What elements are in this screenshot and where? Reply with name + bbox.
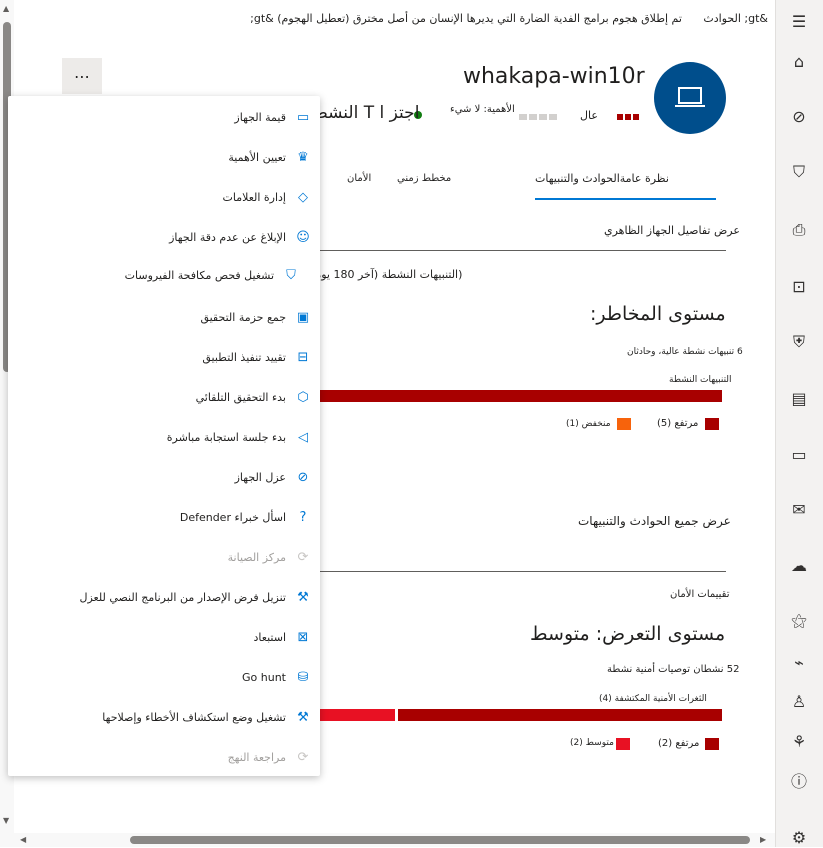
refresh-icon: ⟳ (297, 749, 309, 765)
settings-icon[interactable]: ⚙ (788, 826, 810, 848)
monitor-icon[interactable]: ▭ (788, 443, 810, 465)
legend-low: منخفض (1) (566, 419, 611, 429)
menu-item-policy-sync[interactable]: ⟳ مراجعة النهج (228, 743, 312, 771)
exclude-icon: ⊠ (297, 629, 309, 645)
menu-item-device-value[interactable]: ▭ قيمة الجهاز (234, 103, 312, 131)
menu-item-troubleshoot[interactable]: ⚒ تشغيل وضع استكشاف الأخطاء وإصلاحها (102, 703, 312, 731)
menu-item-isolate-device[interactable]: ⊘ عزل الجهاز (235, 463, 312, 491)
device-avatar (654, 62, 726, 134)
compass-icon[interactable]: ⊘ (788, 105, 810, 127)
cloud-icon[interactable]: ☁ (788, 554, 810, 576)
exposure-summary: 52 نشطان توصيات أمنية نشطة (607, 664, 740, 675)
active-tab-indicator (535, 198, 716, 200)
risk-summary: 6 تنبيهات نشطة عالية، وحادثان (627, 347, 743, 357)
tab-security[interactable]: الأمان (347, 173, 371, 184)
shield-icon: ⛉ (286, 267, 296, 283)
hunt-icon: ⛁ (297, 669, 309, 685)
actions-menu: ▭ قيمة الجهاز ♛ تعيين الأهمية ◇ إدارة ال… (8, 96, 320, 776)
horizontal-scroll-thumb[interactable] (130, 836, 750, 844)
people-icon[interactable]: ♙ (788, 690, 810, 712)
contact-card-icon[interactable]: ▤ (788, 387, 810, 409)
more-actions-button[interactable]: ⋯ (62, 58, 102, 94)
legend-exp-high-swatch (705, 738, 719, 750)
home-icon[interactable]: ⌂ (788, 50, 810, 72)
sync-icon: ⟳ (297, 549, 309, 565)
search-doc-icon[interactable]: ⎙ (788, 219, 810, 241)
menu-item-ask-experts[interactable]: ? اسأل خبراء Defender (180, 503, 312, 531)
view-all-incidents-link[interactable]: عرض جميع الحوادث والتنبيهات (578, 514, 731, 528)
breadcrumb-incident[interactable]: تم إطلاق هجوم برامج الفدية الضارة التي ي… (250, 12, 682, 25)
gift-icon[interactable]: ⚘ (788, 730, 810, 752)
hexagon-icon: ⬡ (297, 389, 309, 405)
scroll-left-arrow-icon[interactable]: ◀ (20, 835, 26, 844)
devices-icon[interactable]: ⊡ (788, 275, 810, 297)
menu-item-collect-package[interactable]: ▣ جمع حزمة التحقيق (200, 303, 312, 331)
breadcrumb-incidents[interactable]: &gt; الحوادث (703, 12, 768, 25)
device-name: whakapa-win10r (463, 64, 645, 89)
importance-indicator (519, 114, 557, 120)
active-alerts-label: التنبيهات النشطة (669, 375, 732, 385)
exposure-bar-high (398, 709, 722, 721)
question-icon: ? (299, 509, 307, 525)
tab-overview[interactable]: نظرة عامةالحوادث والتنبيهات (535, 172, 669, 185)
risk-label: عال (580, 109, 598, 122)
importance-label: الأهمية: لا شيء (450, 104, 515, 115)
scroll-down-arrow-icon[interactable]: ▼ (3, 816, 9, 825)
navigation-rail: ☰ ⌂ ⊘ ⛉ ⎙ ⊡ ⛨ ▤ ▭ ✉ ☁ ⚝ ⌁ ♙ ⚘ ⓘ ⚙ (775, 0, 823, 847)
play-icon: ◁ (298, 429, 308, 445)
scroll-up-arrow-icon[interactable]: ▲ (3, 4, 9, 13)
menu-item-auto-investigation[interactable]: ⬡ بدء التحقيق التلقائي (196, 383, 312, 411)
scroll-right-arrow-icon[interactable]: ▶ (760, 835, 766, 844)
block-icon: ⊘ (297, 469, 309, 485)
device-value-icon: ▭ (296, 109, 310, 125)
horizontal-scrollbar[interactable]: ◀ ▶ (0, 833, 775, 847)
info-icon[interactable]: ⓘ (788, 769, 810, 791)
menu-item-report-inaccuracy[interactable]: ☺ الإبلاغ عن عدم دقة الجهاز (169, 223, 312, 251)
security-icon[interactable]: ⛨ (788, 331, 810, 353)
legend-exp-high: مرتفع (2) (658, 738, 700, 749)
divider (320, 571, 726, 572)
active-alerts-title: (التنبيهات النشطة (آخر 180 يوما (312, 268, 463, 281)
legend-high-swatch (705, 418, 719, 430)
shield-icon[interactable]: ⛉ (788, 161, 810, 183)
menu-item-set-criticality[interactable]: ♛ تعيين الأهمية (228, 143, 312, 171)
package-icon: ▣ (296, 309, 310, 325)
mail-icon[interactable]: ✉ (788, 498, 810, 520)
breadcrumb: &gt; الحوادث تم إطلاق هجوم برامج الفدية … (250, 12, 768, 25)
menu-item-exclude[interactable]: ⊠ استبعاد (254, 623, 312, 651)
wrench-icon: ⚒ (297, 709, 309, 725)
exposure-level-title: مستوى التعرض: متوسط (530, 623, 726, 645)
report-person-icon: ☺ (296, 229, 310, 245)
show-device-details-link[interactable]: عرض تفاصيل الجهاز الظاهري (604, 224, 740, 237)
vulnerabilities-label: الثغرات الأمنية المكتشفة (4) (599, 694, 707, 704)
legend-exp-medium-swatch (616, 738, 630, 750)
tools-icon: ⚒ (297, 589, 309, 605)
chart-icon[interactable]: ⌁ (788, 651, 810, 673)
menu-item-run-antivirus-scan[interactable]: ⛉ تشغيل فحص مكافحة الفيروسات (125, 261, 300, 289)
menu-item-live-response[interactable]: ◁ بدء جلسة استجابة مباشرة (167, 423, 312, 451)
exposure-bar (320, 709, 722, 721)
menu-item-manage-tags[interactable]: ◇ إدارة العلامات (223, 183, 312, 211)
wand-icon[interactable]: ⚝ (788, 610, 810, 632)
alerts-bar (320, 390, 722, 402)
menu-item-download-script[interactable]: ⚒ تنزيل فرض الإصدار من البرنامج النصي لل… (79, 583, 312, 611)
device-status: اجتز T l النشط (312, 103, 420, 123)
exposure-bar-medium (320, 709, 395, 721)
crown-icon: ♛ (297, 149, 309, 165)
laptop-icon (675, 87, 705, 107)
menu-item-restrict-app[interactable]: ⊟ تقييد تنفيذ التطبيق (202, 343, 312, 371)
legend-exp-medium: متوسط (2) (570, 738, 614, 748)
legend-low-swatch (617, 418, 631, 430)
tag-icon: ◇ (298, 189, 308, 205)
menu-icon[interactable]: ☰ (788, 10, 810, 32)
restrict-app-icon: ⊟ (297, 349, 309, 365)
legend-high: مرتفع (5) (657, 418, 699, 429)
divider (320, 250, 726, 251)
tab-timeline[interactable]: مخطط زمني (397, 173, 451, 184)
risk-level-title: مستوى المخاطر: (590, 303, 726, 325)
menu-item-action-center[interactable]: ⟳ مركز الصيانة (228, 543, 312, 571)
risk-indicator (617, 114, 639, 120)
security-assessments-title: تقييمات الأمان (670, 589, 730, 600)
menu-item-go-hunt[interactable]: ⛁ Go hunt (242, 663, 312, 691)
